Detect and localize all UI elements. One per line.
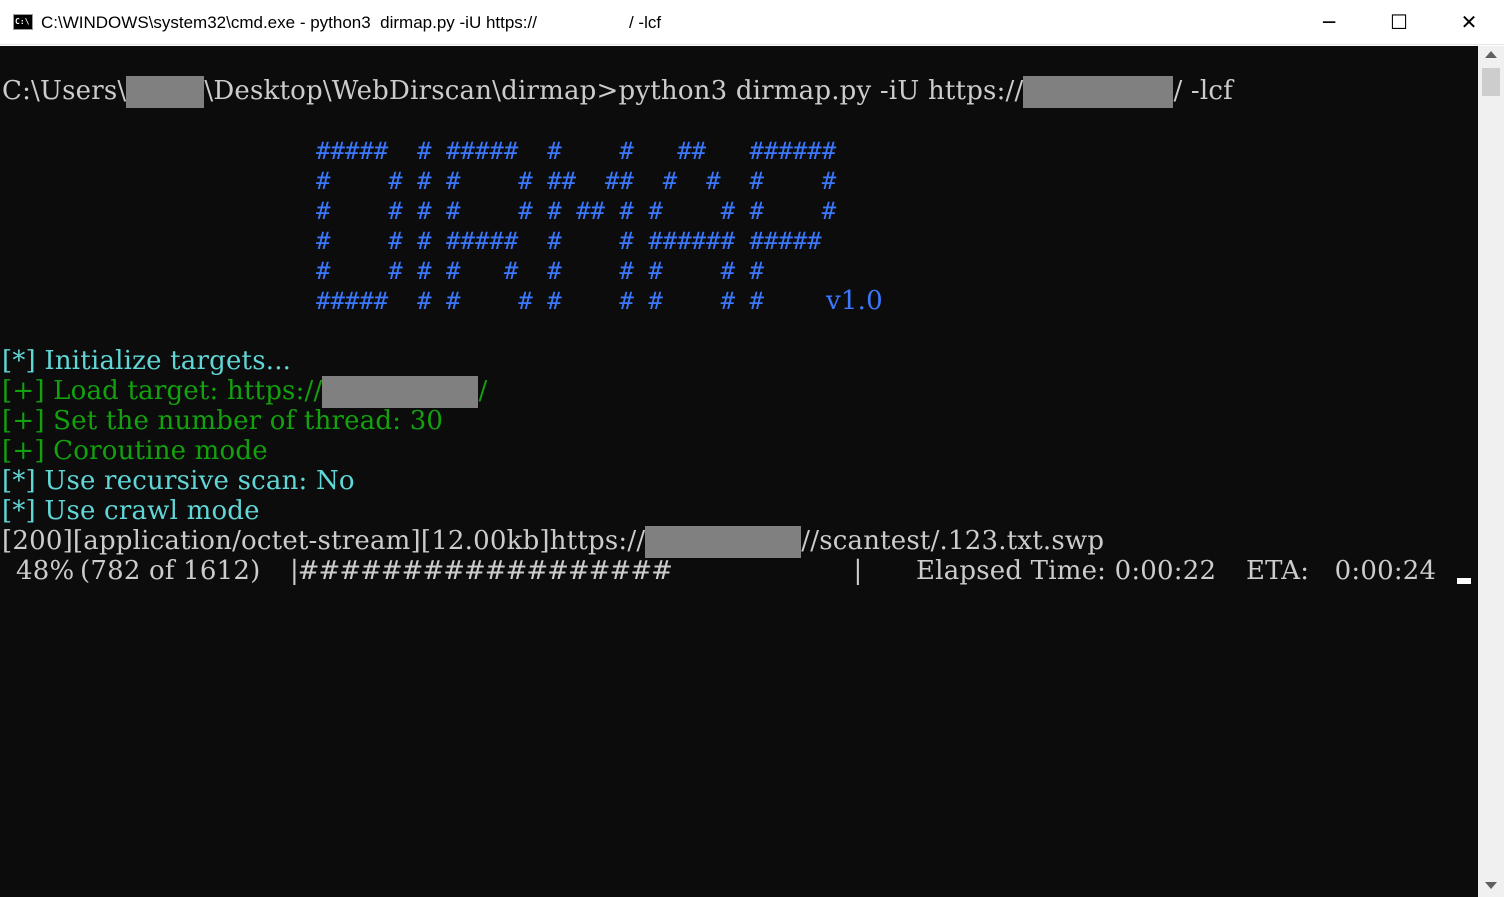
- scroll-up-arrow-icon[interactable]: [1485, 51, 1497, 58]
- progress-eta: ETA: 0:00:24: [1246, 556, 1437, 586]
- scrollbar-thumb[interactable]: [1482, 68, 1500, 96]
- redacted-username: [126, 76, 205, 108]
- window-title-suffix: / -lcf: [628, 13, 662, 32]
- scroll-down-arrow-icon[interactable]: [1485, 882, 1497, 889]
- maximize-button[interactable]: ☐: [1364, 0, 1434, 45]
- window-title-prefix: C:\WINDOWS\system32\cmd.exe - python3 di…: [41, 13, 537, 32]
- redacted-title-host: [537, 15, 629, 33]
- progress-elapsed: Elapsed Time: 0:00:22: [916, 556, 1217, 586]
- output-coroutine: [+] Coroutine mode: [2, 436, 268, 466]
- progress-bar: |################## |: [290, 556, 862, 586]
- banner-line-1: ##### # ##### # # ## ######: [316, 137, 837, 165]
- output-crawl: [*] Use crawl mode: [2, 496, 260, 526]
- redacted-target-host: [322, 376, 479, 408]
- redacted-url-host: [1023, 76, 1174, 108]
- close-button[interactable]: ✕: [1434, 0, 1504, 45]
- redacted-result-host: [645, 526, 802, 558]
- banner-line-2: # # # # # ## ## # # # #: [316, 167, 837, 195]
- prompt-prefix: C:\Users\: [2, 76, 127, 106]
- banner-line-3: # # # # # # ## # # # # #: [316, 197, 837, 225]
- vertical-scrollbar[interactable]: [1478, 46, 1504, 897]
- output-thread: [+] Set the number of thread: 30: [2, 406, 444, 436]
- banner-line-4: # # # ##### # # ###### #####: [316, 227, 822, 255]
- progress-counts: (782 of 1612): [80, 556, 261, 586]
- output-result: [200][application/octet-stream][12.00kb]…: [2, 526, 1105, 558]
- text-cursor: [1457, 578, 1471, 584]
- prompt-command: \Desktop\WebDirscan\dirmap>python3 dirma…: [204, 76, 1024, 106]
- output-load-target: [+] Load target: https:///: [2, 376, 488, 408]
- progress-percent: 48%: [16, 556, 75, 586]
- banner-line-5: # # # # # # # # # #: [316, 257, 764, 285]
- window-title: C:\WINDOWS\system32\cmd.exe - python3 di…: [41, 12, 661, 34]
- cmd-icon: C:\: [13, 14, 33, 30]
- banner-version: v1.0: [826, 286, 883, 316]
- minimize-button[interactable]: ─: [1294, 0, 1364, 45]
- title-bar: C:\ C:\WINDOWS\system32\cmd.exe - python…: [0, 0, 1504, 45]
- output-recursive: [*] Use recursive scan: No: [2, 466, 355, 496]
- prompt-suffix: / -lcf: [1173, 76, 1233, 106]
- banner-line-6: ##### # # # # # # # #: [316, 287, 764, 315]
- output-init: [*] Initialize targets...: [2, 346, 292, 376]
- command-prompt-line: C:\Users\ \Desktop\WebDirscan\dirmap>pyth…: [2, 76, 1233, 108]
- console-output[interactable]: C:\Users\ \Desktop\WebDirscan\dirmap>pyth…: [0, 46, 1478, 897]
